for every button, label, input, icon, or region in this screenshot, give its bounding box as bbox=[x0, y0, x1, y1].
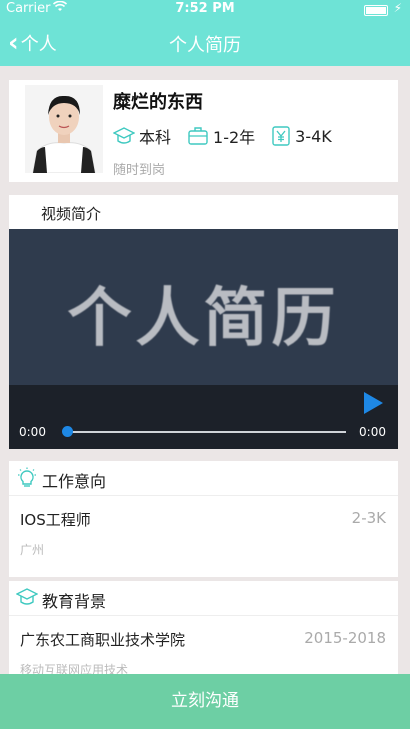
education-tag: 本科 bbox=[113, 124, 171, 148]
candidate-name: 糜烂的东西 bbox=[113, 92, 203, 113]
avatar bbox=[25, 85, 103, 173]
yen-icon bbox=[272, 126, 290, 146]
graduation-cap-icon bbox=[113, 127, 135, 144]
briefcase-icon bbox=[188, 127, 208, 145]
video-section-header: 视频简介 bbox=[9, 195, 398, 229]
job-position: IOS工程师 bbox=[20, 511, 91, 529]
job-city: 广州 bbox=[20, 543, 45, 557]
battery-icon bbox=[364, 5, 388, 16]
current-time: 0:00 bbox=[19, 425, 46, 439]
play-icon[interactable] bbox=[362, 391, 384, 419]
video-player[interactable]: 个人简历 0:00 0:00 bbox=[9, 229, 398, 449]
status-bar: Carrier 7:52 PM ⚡ bbox=[0, 0, 410, 20]
page-title: 个人简历 bbox=[169, 35, 241, 56]
job-intent-label: 工作意向 bbox=[42, 472, 107, 491]
navigation-bar: ‹ 个人 个人简历 bbox=[0, 20, 410, 66]
salary-label: 3-4K bbox=[295, 126, 332, 146]
job-salary: 2-3K bbox=[351, 509, 386, 527]
job-intent-card[interactable]: 工作意向 IOS工程师 2-3K 广州 bbox=[9, 461, 398, 577]
salary-tag: 3-4K bbox=[271, 125, 332, 147]
profile-meta: 本科 1-2年 3-4K bbox=[113, 124, 348, 148]
top-bar: Carrier 7:52 PM ⚡ ‹ 个人 个人简历 bbox=[0, 0, 410, 66]
profile-card[interactable]: 糜烂的东西 本科 1-2年 3-4K 随时到岗 bbox=[9, 80, 398, 182]
video-screen[interactable]: 个人简历 bbox=[9, 229, 398, 385]
school-name: 广东农工商职业技术学院 bbox=[20, 631, 186, 649]
graduation-cap-icon bbox=[15, 587, 39, 611]
progress-track[interactable] bbox=[68, 431, 346, 433]
experience-label: 1-2年 bbox=[213, 128, 256, 147]
video-controls: 0:00 0:00 bbox=[9, 385, 398, 449]
education-section-label: 教育背景 bbox=[42, 592, 107, 611]
education-card[interactable]: 教育背景 广东农工商职业技术学院 2015-2018 移动互联网应用技术 bbox=[9, 581, 398, 675]
status-time: 7:52 PM bbox=[175, 1, 235, 16]
progress-knob[interactable] bbox=[62, 426, 73, 437]
duration: 0:00 bbox=[359, 425, 386, 439]
video-poster-text: 个人简历 bbox=[67, 282, 340, 356]
contact-now-button[interactable]: 立刻沟通 bbox=[0, 674, 410, 729]
job-intent-header: 工作意向 bbox=[9, 461, 398, 496]
charging-icon: ⚡ bbox=[393, 1, 402, 15]
school-major: 移动互联网应用技术 bbox=[20, 663, 129, 675]
video-section-label: 视频简介 bbox=[41, 205, 102, 223]
lightbulb-icon bbox=[16, 467, 38, 493]
availability-label: 随时到岗 bbox=[113, 163, 166, 178]
school-years: 2015-2018 bbox=[304, 629, 386, 647]
education-header: 教育背景 bbox=[9, 581, 398, 616]
experience-tag: 1-2年 bbox=[187, 124, 255, 148]
education-label: 本科 bbox=[139, 128, 172, 147]
